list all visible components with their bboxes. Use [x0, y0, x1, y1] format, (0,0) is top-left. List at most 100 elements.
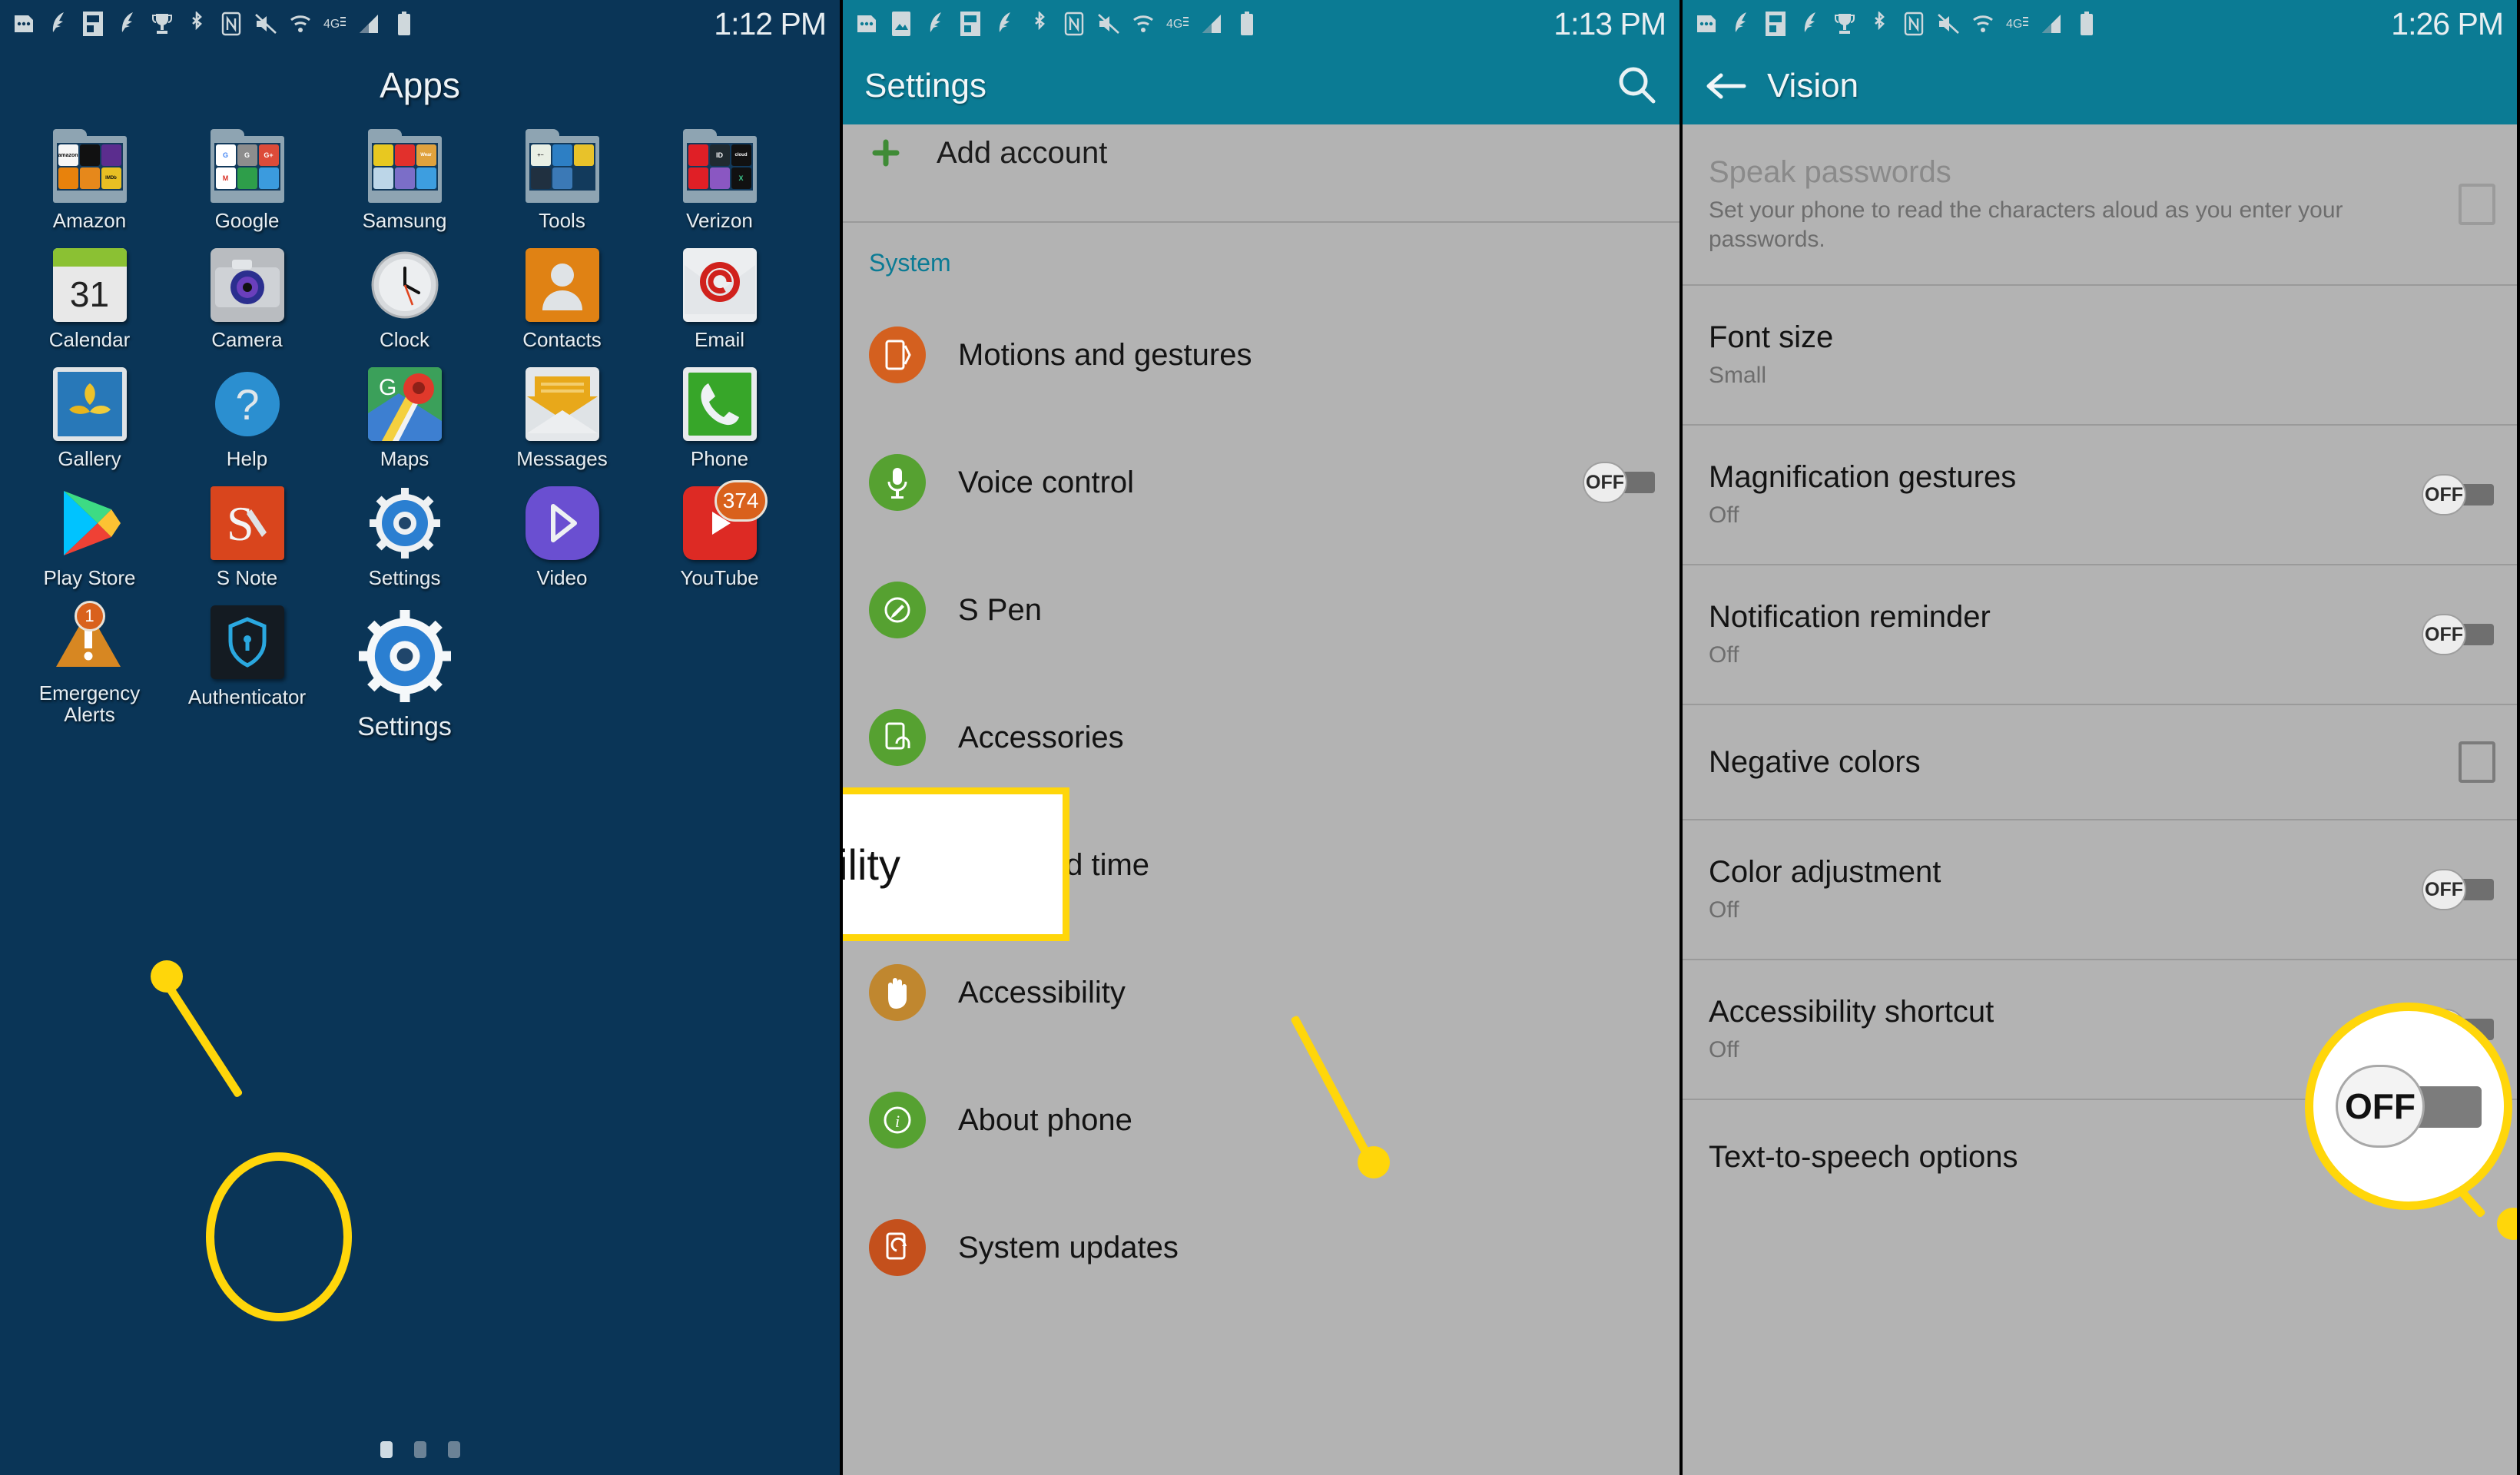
signal-icon	[1199, 8, 1225, 39]
color-adjustment-toggle[interactable]: OFF	[2403, 869, 2495, 910]
app-phone[interactable]: Phone	[641, 356, 798, 476]
app-gallery[interactable]: Gallery	[11, 356, 168, 476]
page-title: Apps	[380, 65, 460, 105]
app-contacts[interactable]: Contacts	[483, 237, 641, 356]
mini-icon	[394, 167, 415, 189]
mute-icon	[1096, 8, 1122, 39]
settings-item-voice-control[interactable]: Voice control OFF	[843, 419, 1679, 546]
status-bar-apps: 4G 1:12 PM	[0, 0, 840, 48]
app-label: Authenticator	[187, 685, 307, 708]
mute-icon	[1935, 8, 1961, 39]
feather-icon	[1797, 8, 1823, 39]
settings-item-label: Accessibility	[958, 975, 1126, 1009]
svg-text:4G: 4G	[323, 18, 340, 31]
sim-dots-icon	[1693, 8, 1719, 39]
feather-icon	[114, 8, 141, 39]
apps-row: 31 Calendar Camera Clock Contacts Email	[11, 237, 829, 356]
app-maps[interactable]: G Maps	[326, 356, 483, 476]
battery-icon	[2074, 8, 2100, 39]
vision-item-magnification-gestures[interactable]: Magnification gestures Off OFF	[1683, 426, 2517, 564]
status-clock: 1:12 PM	[714, 5, 827, 41]
mini-icon	[394, 144, 415, 166]
app-label: Settings	[357, 712, 452, 741]
mini-icon	[373, 144, 393, 166]
settings-item-label: About phone	[958, 1102, 1132, 1137]
svg-text:4G: 4G	[2006, 18, 2022, 31]
app-play-store[interactable]: Play Store	[11, 476, 168, 595]
vision-item-color-adjustment[interactable]: Color adjustment Off OFF	[1683, 820, 2517, 959]
apps-row: amazon IMDb Amazon G G G+ M Google Wear …	[11, 118, 829, 237]
settings-item-accessibility[interactable]: Accessibility	[843, 929, 1679, 1056]
app-settings-highlighted[interactable]: Settings	[326, 595, 483, 741]
mini-icon: cloud	[731, 144, 751, 166]
notification-reminder-toggle[interactable]: OFF	[2403, 614, 2495, 655]
app-emergency-alerts[interactable]: 1 Emergency Alerts	[11, 595, 168, 724]
settings-item-s-pen[interactable]: S Pen	[843, 546, 1679, 674]
settings-item-add-account[interactable]: Add account	[843, 124, 1679, 181]
app-calendar[interactable]: 31 Calendar	[11, 237, 168, 356]
mini-icon: G+	[258, 144, 279, 166]
vision-item-speak-passwords[interactable]: Speak passwords Set your phone to read t…	[1683, 124, 2517, 284]
folder-tools[interactable]: +− Tools	[483, 118, 641, 237]
vision-item-title: Magnification gestures	[1709, 459, 2017, 494]
mini-icon	[373, 167, 393, 189]
status-clock: 1:26 PM	[2391, 5, 2504, 41]
settings-item-accessories[interactable]: Accessories	[843, 674, 1679, 801]
folder-google[interactable]: G G G+ M Google	[168, 118, 326, 237]
app-video[interactable]: Video	[483, 476, 641, 595]
microphone-icon	[869, 454, 926, 511]
app-clock[interactable]: Clock	[326, 237, 483, 356]
mini-icon: G	[237, 144, 257, 166]
vision-item-font-size[interactable]: Font size Small	[1683, 286, 2517, 424]
app-s-note[interactable]: S S Note	[168, 476, 326, 595]
gear-icon	[369, 488, 440, 559]
app-email[interactable]: Email	[641, 237, 798, 356]
vision-screen-panel: 4G 1:26 PM Vision Speak passwords Set yo…	[1679, 0, 2517, 1475]
mini-icon	[688, 144, 708, 166]
settings-highlight-ellipse	[206, 1152, 352, 1321]
flipboard-icon	[80, 8, 106, 39]
mini-icon	[573, 144, 594, 166]
negative-colors-checkbox[interactable]	[2440, 741, 2495, 783]
speak-passwords-checkbox[interactable]	[2440, 184, 2495, 225]
page-indicator[interactable]	[0, 1441, 840, 1458]
page-dot[interactable]	[380, 1441, 393, 1458]
folder-amazon[interactable]: amazon IMDb Amazon	[11, 118, 168, 237]
page-dot[interactable]	[447, 1441, 460, 1458]
arrow-left-icon[interactable]	[1704, 69, 1747, 103]
vision-item-subtitle: Small	[1709, 362, 1767, 388]
app-authenticator[interactable]: Authenticator	[168, 595, 326, 714]
vision-item-negative-colors[interactable]: Negative colors	[1683, 705, 2517, 819]
app-label: Help	[226, 447, 268, 470]
notification-badge: 1	[74, 601, 105, 631]
vision-item-notification-reminder[interactable]: Notification reminder Off OFF	[1683, 565, 2517, 704]
nfc-icon	[1061, 8, 1087, 39]
callout-label: Accessibility	[843, 840, 900, 889]
app-youtube[interactable]: 374 YouTube	[641, 476, 798, 595]
folder-verizon[interactable]: ID cloud X Verizon	[641, 118, 798, 237]
app-help[interactable]: ? Help	[168, 356, 326, 476]
magnification-gestures-toggle[interactable]: OFF	[2403, 474, 2495, 515]
app-label: Email	[694, 328, 744, 351]
help-icon: ?	[214, 372, 280, 436]
mini-icon: M	[215, 167, 236, 189]
settings-item-motions-and-gestures[interactable]: Motions and gestures	[843, 291, 1679, 419]
mini-icon	[552, 167, 572, 189]
app-messages[interactable]: Messages	[483, 356, 641, 476]
system-update-icon	[869, 1219, 926, 1276]
settings-item-about-phone[interactable]: i About phone	[843, 1056, 1679, 1184]
search-icon[interactable]	[1615, 63, 1658, 110]
settings-item-toggle[interactable]: OFF	[1583, 462, 1656, 503]
page-dot[interactable]	[413, 1441, 426, 1458]
app-camera[interactable]: Camera	[168, 237, 326, 356]
settings-item-system-updates[interactable]: System updates	[843, 1184, 1679, 1311]
vision-item-title: Color adjustment	[1709, 854, 1941, 889]
app-label: Emergency Alerts	[38, 681, 141, 726]
bluetooth-icon	[1866, 8, 1892, 39]
s-note-icon: S	[227, 496, 267, 551]
mini-icon: amazon	[58, 144, 78, 166]
app-settings[interactable]: Settings	[326, 476, 483, 595]
mute-icon	[253, 8, 279, 39]
color-adjustment-callout-toggle: OFF	[2305, 1003, 2512, 1210]
folder-samsung[interactable]: Wear Samsung	[326, 118, 483, 237]
